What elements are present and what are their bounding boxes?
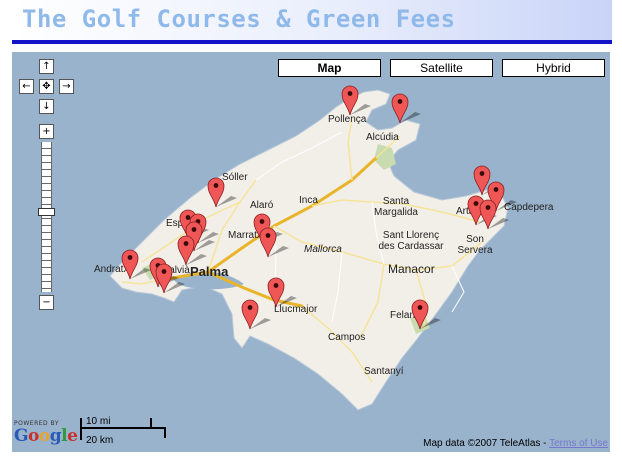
arrow-left-icon: ← (22, 81, 31, 92)
map-type-satellite-button[interactable]: Satellite (390, 59, 493, 77)
terms-of-use-link[interactable]: Terms of Use (549, 438, 608, 449)
place-label-inca: Inca (299, 195, 318, 206)
header-divider (12, 40, 612, 44)
golf-course-marker[interactable] (155, 262, 189, 296)
arrow-up-icon: ↑ (42, 61, 51, 72)
golf-course-marker[interactable] (391, 92, 425, 126)
pan-left-button[interactable]: ← (19, 79, 34, 94)
map-viewport[interactable]: Pollença Alcúdia Sóller Alaró Inca Santa… (12, 52, 610, 452)
arrow-right-icon: → (62, 81, 71, 92)
google-branding[interactable]: POWERED BY Google (14, 420, 78, 450)
google-logo: Google (14, 426, 78, 446)
scale-metric: 20 km (86, 435, 114, 446)
map-type-hybrid-button[interactable]: Hybrid (502, 59, 605, 77)
zoom-in-button[interactable]: + (39, 124, 54, 139)
golf-course-marker[interactable] (341, 84, 375, 118)
pan-right-button[interactable]: → (59, 79, 74, 94)
place-label-campos: Campos (328, 332, 366, 343)
center-cross-icon: ✥ (42, 81, 51, 92)
golf-course-marker[interactable] (411, 298, 445, 332)
map-attribution: Map data ©2007 TeleAtlas - Terms of Use (423, 438, 608, 449)
golf-course-marker[interactable] (207, 176, 241, 210)
zoom-slider-track[interactable] (41, 142, 52, 292)
golf-course-marker[interactable] (479, 198, 513, 232)
golf-course-marker[interactable] (241, 298, 275, 332)
pan-down-button[interactable]: ↓ (39, 99, 54, 114)
zoom-slider-handle[interactable] (38, 208, 55, 216)
place-label-manacor: Manacor (388, 262, 435, 276)
attribution-text: Map data ©2007 TeleAtlas - (423, 438, 550, 449)
pan-up-button[interactable]: ↑ (39, 59, 54, 74)
place-label-alcudia: Alcúdia (366, 132, 399, 143)
place-label-alaro: Alaró (250, 200, 274, 211)
scale-imperial: 10 mi (86, 416, 111, 427)
place-label-santanyi: Santanyí (364, 366, 404, 377)
page-title: The Golf Courses & Green Fees (22, 5, 456, 33)
golf-course-marker[interactable] (259, 226, 293, 260)
place-label-santa-margalida: Santa Margalida (374, 196, 418, 218)
page-header: The Golf Courses & Green Fees (12, 0, 612, 40)
map-type-map-button[interactable]: Map (278, 59, 381, 77)
arrow-down-icon: ↓ (42, 101, 51, 112)
zoom-out-button[interactable]: − (39, 295, 54, 310)
pan-center-button[interactable]: ✥ (39, 79, 54, 94)
place-label-sant-llorenc: Sant Llorenç des Cardassar (378, 230, 444, 252)
place-label-son-servera: Son Servera (457, 234, 493, 256)
region-label-mallorca: Mallorca (304, 244, 342, 255)
